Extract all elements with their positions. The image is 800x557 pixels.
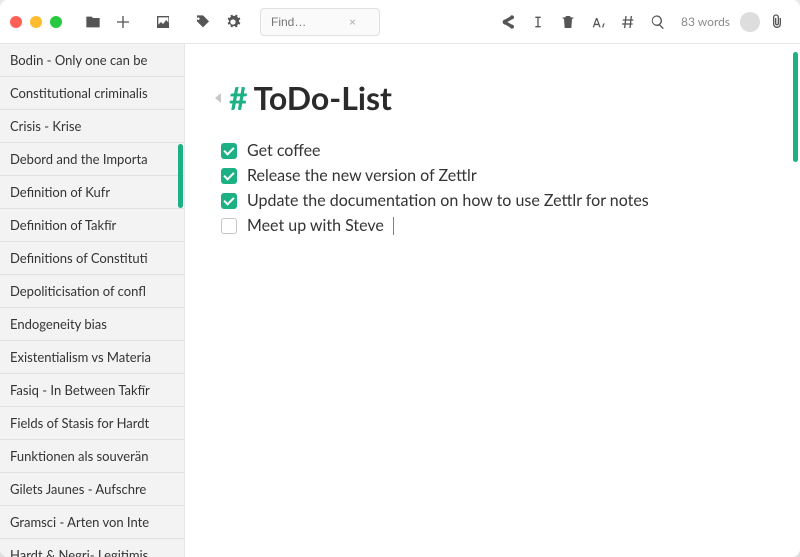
file-item[interactable]: Gramsci - Arten von Inte	[0, 506, 184, 539]
open-folder-button[interactable]	[80, 9, 106, 35]
find-input[interactable]	[269, 14, 349, 30]
settings-button[interactable]	[220, 9, 246, 35]
file-item[interactable]: Definition of Kufr	[0, 176, 184, 209]
task-text[interactable]: Update the documentation on how to use Z…	[247, 191, 649, 210]
task-text[interactable]: Meet up with Steve	[247, 216, 384, 235]
app-window: × 83 words Bodin - Only one can b	[0, 0, 800, 557]
file-item[interactable]: Gilets Jaunes - Aufschre	[0, 473, 184, 506]
image-button[interactable]	[150, 9, 176, 35]
task-checkbox[interactable]	[221, 143, 237, 159]
file-item[interactable]: Fields of Stasis for Hardt	[0, 407, 184, 440]
share-button[interactable]	[495, 9, 521, 35]
task-item: Release the new version of Zettlr	[221, 166, 770, 185]
heading-line: # ToDo-List	[215, 78, 770, 117]
file-item[interactable]: Funktionen als souverän	[0, 440, 184, 473]
task-checkbox[interactable]	[221, 193, 237, 209]
file-item[interactable]: Depoliticisation of confl	[0, 275, 184, 308]
editor-pane[interactable]: # ToDo-List Get coffee Release the new ve…	[185, 44, 800, 557]
tag-button[interactable]	[190, 9, 216, 35]
window-controls	[10, 16, 62, 28]
text-cursor	[393, 217, 394, 235]
file-item[interactable]: Debord and the Importa	[0, 143, 184, 176]
file-list-sidebar: Bodin - Only one can beConstitutional cr…	[0, 44, 185, 557]
font-button[interactable]	[585, 9, 611, 35]
heading-title[interactable]: ToDo-List	[254, 78, 392, 117]
close-window-button[interactable]	[10, 16, 22, 28]
file-item[interactable]: Fasiq - In Between Takfīr	[0, 374, 184, 407]
hashtag-button[interactable]	[615, 9, 641, 35]
search-button[interactable]	[645, 9, 671, 35]
delete-button[interactable]	[555, 9, 581, 35]
file-item[interactable]: Bodin - Only one can be	[0, 44, 184, 77]
task-item: Meet up with Steve	[221, 216, 770, 235]
task-checkbox[interactable]	[221, 168, 237, 184]
file-item[interactable]: Endogeneity bias	[0, 308, 184, 341]
file-item[interactable]: Existentialism vs Materia	[0, 341, 184, 374]
task-checkbox[interactable]	[221, 218, 237, 234]
task-item: Get coffee	[221, 141, 770, 160]
find-field[interactable]: ×	[260, 8, 380, 36]
avatar[interactable]	[740, 12, 760, 32]
file-item[interactable]: Hardt & Negri- Legitimis	[0, 539, 184, 557]
file-item[interactable]: Definition of Takfīr	[0, 209, 184, 242]
new-file-button[interactable]	[110, 9, 136, 35]
word-count: 83 words	[675, 14, 736, 29]
task-list: Get coffee Release the new version of Zet…	[221, 141, 770, 235]
task-text[interactable]: Release the new version of Zettlr	[247, 166, 477, 185]
text-cursor-button[interactable]	[525, 9, 551, 35]
clear-search-icon[interactable]: ×	[349, 14, 356, 29]
file-item[interactable]: Crisis - Krise	[0, 110, 184, 143]
attachment-button[interactable]	[764, 9, 790, 35]
main-body: Bodin - Only one can beConstitutional cr…	[0, 44, 800, 557]
task-item: Update the documentation on how to use Z…	[221, 191, 770, 210]
sidebar-scrollbar[interactable]	[178, 144, 183, 208]
maximize-window-button[interactable]	[50, 16, 62, 28]
task-text[interactable]: Get coffee	[247, 141, 321, 160]
heading-hash: #	[229, 78, 248, 117]
editor-scrollbar[interactable]	[793, 52, 798, 162]
file-item[interactable]: Constitutional criminalis	[0, 77, 184, 110]
minimize-window-button[interactable]	[30, 16, 42, 28]
toolbar: × 83 words	[0, 0, 800, 44]
fold-caret-icon[interactable]	[215, 93, 221, 103]
file-item[interactable]: Definitions of Constituti	[0, 242, 184, 275]
